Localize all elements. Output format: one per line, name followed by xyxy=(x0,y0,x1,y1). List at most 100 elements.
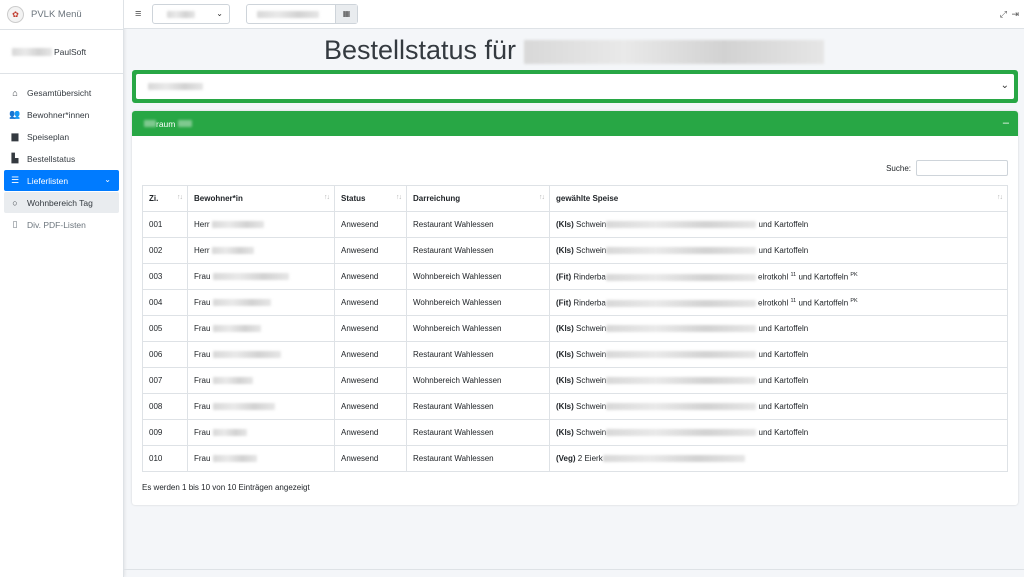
redacted-text xyxy=(606,325,757,333)
redacted-text xyxy=(605,299,756,307)
area-select[interactable]: ⌄ xyxy=(152,4,230,24)
redacted-text xyxy=(211,247,254,255)
cell-speise: (Fit) Rinderba elrotkohl 11 und Kartoffe… xyxy=(549,289,1008,316)
sidebar-item-lieferlisten[interactable]: ☰ Lieferlisten ⌄ xyxy=(4,170,119,191)
dish-text: Rinderba xyxy=(573,298,606,308)
sidebar-item-bewohner[interactable]: 👥 Bewohner*innen xyxy=(4,104,119,125)
cell-bewohner: Frau xyxy=(187,445,335,472)
table-row: 008 Frau Anwesend Restaurant Wahlessen (Kls… xyxy=(142,393,1008,420)
cell-bewohner: Frau xyxy=(187,419,335,446)
column-header-zi[interactable]: Zi. ↑↓ xyxy=(142,185,188,212)
table-row: 002 Herr Anwesend Restaurant Wahlessen (Kls… xyxy=(142,237,1008,264)
redacted-text xyxy=(167,11,195,18)
dish-text: Rinderba xyxy=(573,272,606,282)
dish-text: Schwein xyxy=(576,350,607,359)
user-panel[interactable]: PaulSoft xyxy=(0,30,123,74)
cell-speise: (Kls) Schwein und Kartoffeln xyxy=(549,367,1008,394)
dish-text: und Kartoffeln xyxy=(798,298,849,308)
footer-divider xyxy=(124,569,1024,570)
sidebar-item-pdf-listen[interactable]: ▯ Div. PDF-Listen xyxy=(4,214,119,235)
table-row: 003 Frau Anwesend Wohnbereich Wahlessen (Fi… xyxy=(142,263,1008,290)
sidebar-item-gesamtuebersicht[interactable]: ⌂ Gesamtübersicht xyxy=(4,82,119,103)
fullscreen-icon[interactable]: ⤢ xyxy=(1000,9,1007,20)
salutation: Frau xyxy=(194,324,211,333)
sidebar-item-label: Speiseplan xyxy=(27,131,70,142)
sidebar-item-label: Div. PDF-Listen xyxy=(27,219,86,230)
cell-bewohner: Frau xyxy=(187,393,335,420)
redacted-text xyxy=(257,11,319,18)
dish-text: und Kartoffeln xyxy=(758,324,809,333)
sidebar-item-wohnbereich-tag[interactable]: ○ Wohnbereich Tag xyxy=(4,192,119,213)
collapse-icon[interactable]: – xyxy=(1003,117,1009,129)
dish-text: 2 Eierk xyxy=(577,454,603,463)
cell-speise: (Kls) Schwein und Kartoffeln xyxy=(549,211,1008,238)
table-row: 006 Frau Anwesend Restaurant Wahlessen (Kls… xyxy=(142,341,1008,368)
cell-speise: (Kls) Schwein und Kartoffeln xyxy=(549,237,1008,264)
column-header-darreichung[interactable]: Darreichung ↑↓ xyxy=(406,185,550,212)
brand[interactable]: ✿ PVLK Menü xyxy=(0,0,123,30)
column-header-status[interactable]: Status ↑↓ xyxy=(334,185,407,212)
redacted-text xyxy=(606,221,757,229)
cell-zi: 002 xyxy=(142,237,188,264)
salutation: Frau xyxy=(194,454,211,463)
chevron-down-icon: ⌄ xyxy=(216,9,223,18)
redacted-date xyxy=(524,39,825,64)
sidebar-item-label: Wohnbereich Tag xyxy=(27,197,93,208)
cell-bewohner: Frau xyxy=(187,263,335,290)
dish-type: (Kls) xyxy=(556,402,574,411)
redacted-text xyxy=(602,455,745,463)
date-input[interactable]: ▦ xyxy=(246,4,358,24)
dish-text: und Kartoffeln xyxy=(758,220,809,229)
dish-text: und Kartoffeln xyxy=(758,402,809,411)
logout-icon[interactable]: ⇥ xyxy=(1011,9,1019,20)
table-row: 009 Frau Anwesend Restaurant Wahlessen (Kls… xyxy=(142,419,1008,446)
redacted-text xyxy=(606,403,757,411)
salutation: Herr xyxy=(194,220,210,229)
allergen-note: PK xyxy=(850,297,858,304)
column-header-speise[interactable]: gewählte Speise ↑↓ xyxy=(549,185,1008,212)
table-row: 007 Frau Anwesend Wohnbereich Wahlessen (Kl… xyxy=(142,367,1008,394)
dish-text: und Kartoffeln xyxy=(758,246,809,255)
sidebar-item-bestellstatus[interactable]: ▙ Bestellstatus xyxy=(4,148,119,169)
table-header-row: Zi. ↑↓ Bewohner*in ↑↓ Status ↑↓ Darreichung… xyxy=(142,185,1008,212)
cell-zi: 008 xyxy=(142,393,188,420)
dish-type: (Fit) xyxy=(556,298,572,308)
search-input[interactable] xyxy=(916,160,1008,176)
cell-zi: 006 xyxy=(142,341,188,368)
cell-status: Anwesend xyxy=(334,341,407,368)
order-table: Zi. ↑↓ Bewohner*in ↑↓ Status ↑↓ Darreichung… xyxy=(142,185,1008,472)
dish-text: elrotkohl xyxy=(758,272,789,282)
dish-text: Schwein xyxy=(576,376,607,385)
dish-text: Schwein xyxy=(576,220,607,229)
table-info: Es werden 1 bis 10 von 10 Einträgen ange… xyxy=(142,483,310,492)
logo-icon: ✿ xyxy=(7,6,24,23)
user-name: PaulSoft xyxy=(54,46,87,57)
cell-status: Anwesend xyxy=(334,237,407,264)
cell-zi: 001 xyxy=(142,211,188,238)
redacted-text xyxy=(12,47,52,56)
salutation: Frau xyxy=(194,298,211,307)
salutation: Frau xyxy=(194,350,211,359)
cell-speise: (Fit) Rinderba elrotkohl 11 und Kartoffe… xyxy=(549,263,1008,290)
cell-speise: (Kls) Schwein und Kartoffeln xyxy=(549,393,1008,420)
menu-icon[interactable]: ≡ xyxy=(135,8,141,20)
dish-type: (Fit) xyxy=(556,272,572,282)
column-header-bewohner[interactable]: Bewohner*in ↑↓ xyxy=(187,185,335,212)
calendar-icon[interactable]: ▦ xyxy=(335,5,357,23)
cell-speise: (Kls) Schwein und Kartoffeln xyxy=(549,315,1008,342)
unit-select[interactable]: ⌄ xyxy=(136,74,1014,99)
cell-darreichung: Wohnbereich Wahlessen xyxy=(406,263,550,290)
home-icon: ⌂ xyxy=(12,87,18,98)
cell-darreichung: Wohnbereich Wahlessen xyxy=(406,289,550,316)
redacted-text xyxy=(605,273,756,281)
chevron-down-icon: ⌄ xyxy=(1000,80,1009,91)
cell-darreichung: Restaurant Wahlessen xyxy=(406,341,550,368)
cell-zi: 010 xyxy=(142,445,188,472)
order-card: raum – Suche: Zi. ↑↓ Bewohner*in ↑↓ Status… xyxy=(132,111,1018,505)
sidebar-item-speiseplan[interactable]: ▆ Speiseplan xyxy=(4,126,119,147)
app-name: PVLK Menü xyxy=(31,9,82,20)
redacted-text xyxy=(144,120,156,127)
cell-zi: 003 xyxy=(142,263,188,290)
redacted-text xyxy=(212,299,271,307)
cell-bewohner: Frau xyxy=(187,367,335,394)
